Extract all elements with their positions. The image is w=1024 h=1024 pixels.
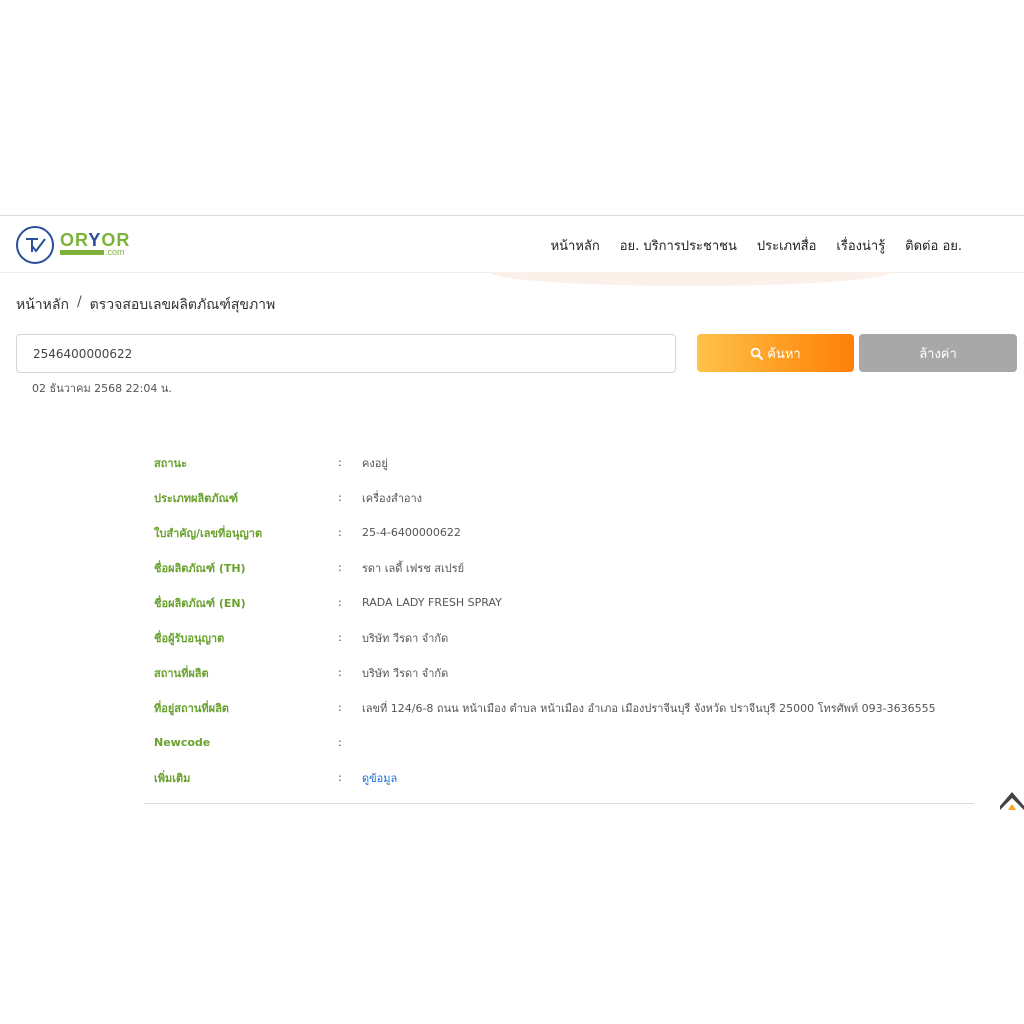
nav-item-media-types[interactable]: ประเภทสื่อ (757, 235, 817, 256)
detail-row-status: สถานะ : คงอยู่ (144, 445, 974, 480)
detail-row-licensee: ชื่อผู้รับอนุญาต : บริษัท วีรดา จำกัด (144, 620, 974, 655)
detail-colon: : (338, 491, 342, 504)
detail-colon: : (338, 596, 342, 609)
chevron-up-icon (1000, 792, 1024, 810)
detail-colon: : (338, 736, 342, 749)
nav-item-public-services[interactable]: อย. บริการประชาชน (620, 235, 737, 256)
breadcrumb-separator: / (76, 294, 82, 310)
main-nav: หน้าหลัก อย. บริการประชาชน ประเภทสื่อ เร… (551, 235, 962, 256)
detail-row-more: เพิ่มเติม : ดูข้อมูล (144, 760, 974, 795)
search-icon (751, 347, 764, 360)
breadcrumb-current: ตรวจสอบเลขผลิตภัณฑ์สุขภาพ (89, 297, 276, 313)
detail-colon: : (338, 631, 342, 644)
detail-colon: : (338, 771, 342, 784)
detail-value: คงอยู่ (362, 456, 388, 470)
page: ORYOR .com หน้าหลัก อย. บริการประชาชน ปร… (0, 0, 1024, 1024)
oryor-logo[interactable]: ORYOR .com (16, 226, 136, 266)
detail-colon: : (338, 526, 342, 539)
detail-row-manufacturer: สถานที่ผลิต : บริษัท วีรดา จำกัด (144, 655, 974, 690)
detail-value: เลขที่ 124/6-8 ถนน หน้าเมือง ตำบล หน้าเม… (362, 701, 936, 715)
detail-label: ชื่อผลิตภัณฑ์ (EN) (154, 596, 246, 610)
search-button[interactable]: ค้นหา (697, 334, 854, 372)
detail-row-product-name-th: ชื่อผลิตภัณฑ์ (TH) : รดา เลดี้ เฟรช สเปร… (144, 550, 974, 585)
nav-item-contact[interactable]: ติดต่อ อย. (905, 235, 962, 256)
detail-value: บริษัท วีรดา จำกัด (362, 666, 449, 680)
detail-value: 25-4-6400000622 (362, 526, 461, 539)
search-button-label: ค้นหา (767, 346, 801, 362)
detail-row-license-number: ใบสำคัญ/เลขที่อนุญาต : 25-4-6400000622 (144, 515, 974, 550)
detail-label: ชื่อผู้รับอนุญาต (154, 631, 225, 645)
scroll-to-top-button[interactable] (1000, 790, 1024, 810)
detail-label: ใบสำคัญ/เลขที่อนุญาต (154, 526, 263, 540)
header-decoration (490, 272, 890, 286)
detail-colon: : (338, 701, 342, 714)
search-input[interactable] (16, 334, 676, 373)
logo-dotcom: .com (105, 247, 125, 257)
detail-label: ที่อยู่สถานที่ผลิต (154, 701, 229, 715)
breadcrumb: หน้าหลัก / ตรวจสอบเลขผลิตภัณฑ์สุขภาพ (16, 294, 275, 316)
detail-value: รดา เลดี้ เฟรช สเปรย์ (362, 561, 465, 575)
detail-label: เพิ่มเติม (154, 771, 191, 785)
oryor-logo-icon (16, 226, 54, 264)
detail-row-manufacturer-address: ที่อยู่สถานที่ผลิต : เลขที่ 124/6-8 ถนน … (144, 690, 974, 725)
detail-row-newcode: Newcode : (144, 725, 974, 760)
view-details-link[interactable]: ดูข้อมูล (362, 769, 974, 787)
detail-colon: : (338, 456, 342, 469)
clear-button[interactable]: ล้างค่า (859, 334, 1017, 372)
breadcrumb-home[interactable]: หน้าหลัก (16, 294, 69, 316)
logo-bar (60, 250, 104, 255)
detail-value: เครื่องสำอาง (362, 491, 423, 505)
detail-row-product-name-en: ชื่อผลิตภัณฑ์ (EN) : RADA LADY FRESH SPR… (144, 585, 974, 620)
detail-value: RADA LADY FRESH SPRAY (362, 596, 502, 609)
detail-label: Newcode (154, 736, 211, 749)
product-details: สถานะ : คงอยู่ ประเภทผลิตภัณฑ์ : เครื่อง… (144, 445, 974, 804)
search-timestamp: 02 ธันวาคม 2568 22:04 น. (32, 382, 172, 395)
detail-colon: : (338, 666, 342, 679)
detail-label: ประเภทผลิตภัณฑ์ (154, 491, 238, 505)
site-header: ORYOR .com หน้าหลัก อย. บริการประชาชน ปร… (0, 215, 1024, 273)
detail-label: ชื่อผลิตภัณฑ์ (TH) (154, 561, 246, 575)
nav-item-knowledge[interactable]: เรื่องน่ารู้ (836, 235, 885, 256)
detail-label: สถานะ (154, 456, 187, 470)
nav-item-home[interactable]: หน้าหลัก (551, 235, 600, 256)
detail-label: สถานที่ผลิต (154, 666, 209, 680)
detail-row-product-type: ประเภทผลิตภัณฑ์ : เครื่องสำอาง (144, 480, 974, 515)
detail-value: บริษัท วีรดา จำกัด (362, 631, 449, 645)
detail-colon: : (338, 561, 342, 574)
